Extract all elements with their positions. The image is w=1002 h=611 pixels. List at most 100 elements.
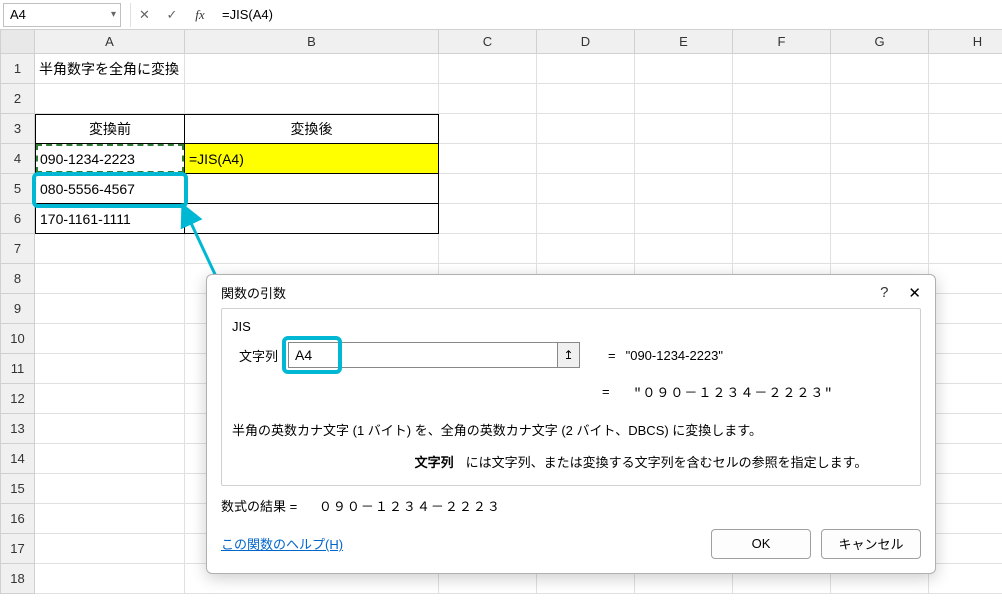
cell-f3[interactable] [733,114,831,144]
cell-a8[interactable] [35,264,185,294]
cell-c3[interactable] [439,114,537,144]
cell-c7[interactable] [439,234,537,264]
cell-h16[interactable] [929,504,1002,534]
cell-a6[interactable]: 170-1161-1111 [35,204,185,234]
cell-d2[interactable] [537,84,635,114]
cell-a1[interactable]: 半角数字を全角に変換 [35,54,185,84]
cell-c4[interactable] [439,144,537,174]
cell-a4[interactable]: 090-1234-2223 [35,144,185,174]
row-head-15[interactable]: 15 [1,474,35,504]
cell-g4[interactable] [831,144,929,174]
cell-h18[interactable] [929,564,1002,594]
cell-f7[interactable] [733,234,831,264]
cell-d6[interactable] [537,204,635,234]
row-head-4[interactable]: 4 [1,144,35,174]
cell-b1[interactable] [185,54,439,84]
cell-g3[interactable] [831,114,929,144]
cell-h15[interactable] [929,474,1002,504]
col-head-g[interactable]: G [831,30,929,54]
row-head-5[interactable]: 5 [1,174,35,204]
cell-e3[interactable] [635,114,733,144]
collapse-dialog-button[interactable]: ↥ [558,342,580,368]
cell-h11[interactable] [929,354,1002,384]
insert-function-button[interactable]: fx [186,3,214,27]
col-head-h[interactable]: H [929,30,1002,54]
row-head-3[interactable]: 3 [1,114,35,144]
row-head-11[interactable]: 11 [1,354,35,384]
col-head-c[interactable]: C [439,30,537,54]
cell-h17[interactable] [929,534,1002,564]
cell-f6[interactable] [733,204,831,234]
col-head-d[interactable]: D [537,30,635,54]
function-help-link[interactable]: この関数のヘルプ(H) [221,534,343,553]
cell-h12[interactable] [929,384,1002,414]
cell-a5[interactable]: 080-5556-4567 [35,174,185,204]
cell-b6[interactable] [185,204,439,234]
cell-c6[interactable] [439,204,537,234]
dialog-help-button[interactable]: ? [880,284,888,301]
name-box[interactable]: A4 ▾ [3,3,121,27]
cell-g1[interactable] [831,54,929,84]
formula-cancel-button[interactable]: ✕ [130,3,158,27]
cell-b4[interactable]: =JIS(A4) [185,144,439,174]
cell-c2[interactable] [439,84,537,114]
cell-f1[interactable] [733,54,831,84]
row-head-12[interactable]: 12 [1,384,35,414]
row-head-1[interactable]: 1 [1,54,35,84]
cell-d7[interactable] [537,234,635,264]
cell-a17[interactable] [35,534,185,564]
cell-a10[interactable] [35,324,185,354]
col-head-b[interactable]: B [185,30,439,54]
cell-a13[interactable] [35,414,185,444]
cell-h13[interactable] [929,414,1002,444]
cell-h1[interactable] [929,54,1002,84]
row-head-6[interactable]: 6 [1,204,35,234]
cell-a9[interactable] [35,294,185,324]
cell-b3[interactable]: 変換後 [185,114,439,144]
cell-h5[interactable] [929,174,1002,204]
cancel-button[interactable]: キャンセル [821,529,921,559]
cell-h9[interactable] [929,294,1002,324]
cell-e2[interactable] [635,84,733,114]
row-head-18[interactable]: 18 [1,564,35,594]
cell-e5[interactable] [635,174,733,204]
argument-input[interactable] [288,342,558,368]
cell-c5[interactable] [439,174,537,204]
cell-e1[interactable] [635,54,733,84]
row-head-2[interactable]: 2 [1,84,35,114]
cell-g7[interactable] [831,234,929,264]
cell-f4[interactable] [733,144,831,174]
cell-h2[interactable] [929,84,1002,114]
cell-b2[interactable] [185,84,439,114]
ok-button[interactable]: OK [711,529,811,559]
cell-e4[interactable] [635,144,733,174]
cell-a16[interactable] [35,504,185,534]
cell-h7[interactable] [929,234,1002,264]
cell-h6[interactable] [929,204,1002,234]
cell-g6[interactable] [831,204,929,234]
dialog-close-button[interactable]: ✕ [908,284,921,302]
cell-f5[interactable] [733,174,831,204]
cell-g5[interactable] [831,174,929,204]
col-head-e[interactable]: E [635,30,733,54]
formula-bar-input[interactable]: =JIS(A4) [214,3,1002,27]
cell-h4[interactable] [929,144,1002,174]
cell-c1[interactable] [439,54,537,84]
row-head-17[interactable]: 17 [1,534,35,564]
cell-d1[interactable] [537,54,635,84]
cell-e7[interactable] [635,234,733,264]
row-head-14[interactable]: 14 [1,444,35,474]
select-all-corner[interactable] [1,30,35,54]
cell-a12[interactable] [35,384,185,414]
cell-b5[interactable] [185,174,439,204]
col-head-f[interactable]: F [733,30,831,54]
row-head-9[interactable]: 9 [1,294,35,324]
formula-enter-button[interactable]: ✓ [158,3,186,27]
cell-h14[interactable] [929,444,1002,474]
cell-d5[interactable] [537,174,635,204]
cell-a15[interactable] [35,474,185,504]
cell-d3[interactable] [537,114,635,144]
cell-h3[interactable] [929,114,1002,144]
cell-a7[interactable] [35,234,185,264]
cell-h8[interactable] [929,264,1002,294]
